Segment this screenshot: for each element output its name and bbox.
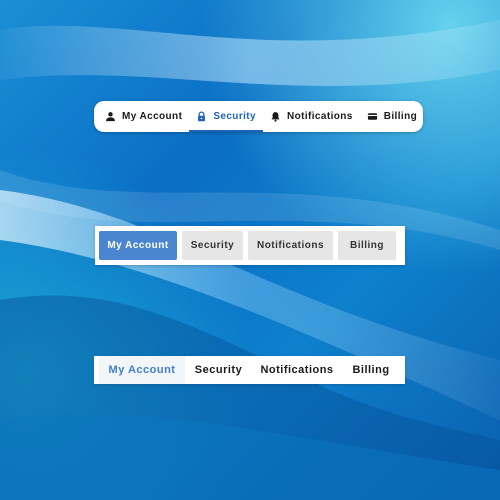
icon-tab-bar: My Account Security Notifications Billin…: [94, 101, 423, 132]
boxed-tab-my-account[interactable]: My Account: [99, 231, 177, 260]
boxed-tab-notifications[interactable]: Notifications: [248, 231, 333, 260]
icon-tab-billing[interactable]: Billing: [360, 101, 424, 132]
tab-label: My Account: [122, 111, 183, 122]
minimal-tab-bar: My Account Security Notifications Billin…: [94, 356, 405, 384]
tab-label: Billing: [383, 111, 418, 122]
tab-label: Security: [213, 111, 256, 122]
bell-icon: [270, 111, 281, 122]
minimal-tab-security[interactable]: Security: [185, 356, 252, 384]
minimal-tab-notifications[interactable]: Notifications: [252, 356, 342, 384]
tab-label: Notifications: [286, 111, 353, 122]
lock-icon: [196, 111, 207, 122]
credit-card-icon: [367, 111, 378, 122]
minimal-tab-billing[interactable]: Billing: [342, 356, 400, 384]
icon-tab-security[interactable]: Security: [189, 101, 263, 132]
user-icon: [105, 111, 116, 122]
icon-tab-my-account[interactable]: My Account: [98, 101, 189, 132]
boxed-tab-bar: My Account Security Notifications Billin…: [95, 226, 405, 265]
minimal-tab-my-account[interactable]: My Account: [99, 356, 185, 384]
icon-tab-notifications[interactable]: Notifications: [263, 101, 360, 132]
boxed-tab-billing[interactable]: Billing: [338, 231, 396, 260]
boxed-tab-security[interactable]: Security: [182, 231, 243, 260]
